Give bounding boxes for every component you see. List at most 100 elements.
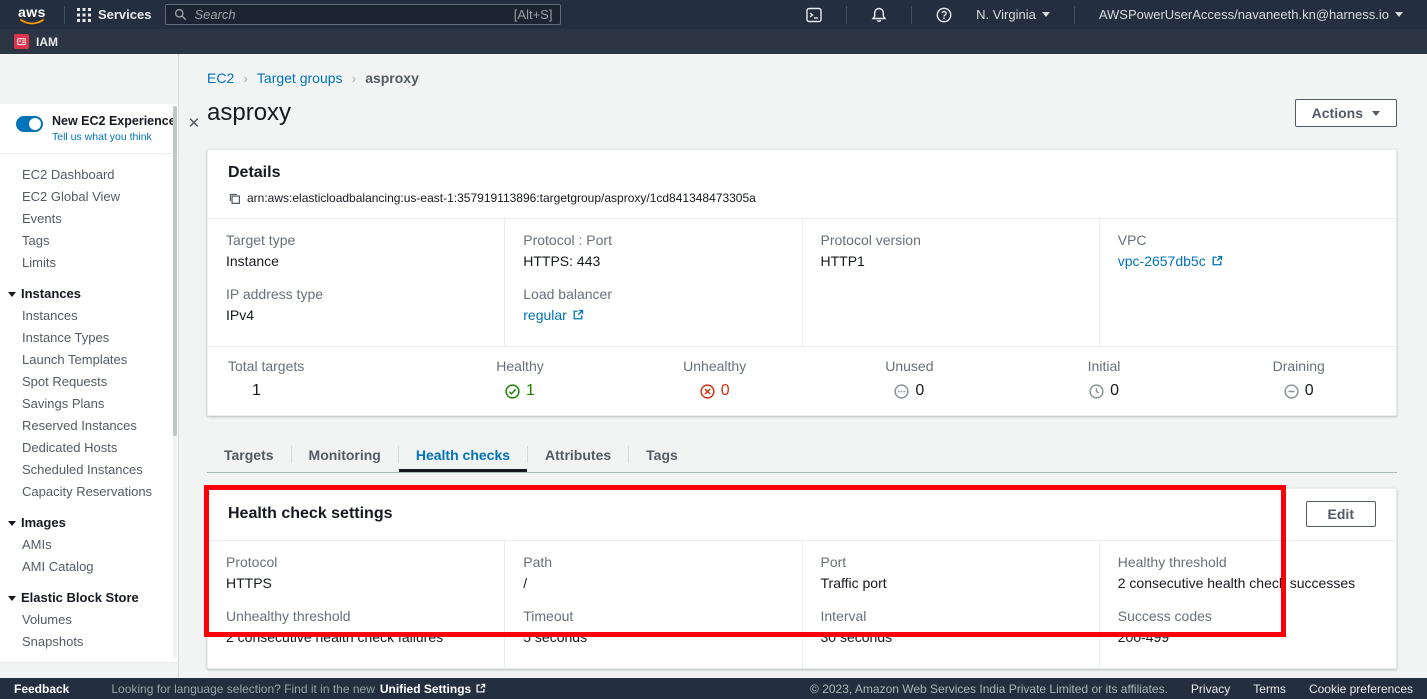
- tab-tags[interactable]: Tags: [629, 437, 695, 472]
- help-button[interactable]: [924, 7, 964, 23]
- services-menu-button[interactable]: Services: [77, 7, 152, 22]
- sidebar-item-tags[interactable]: Tags: [0, 230, 178, 252]
- health-check-grid: ProtocolHTTPS Unhealthy threshold2 conse…: [208, 540, 1396, 668]
- grid-icon: [77, 8, 91, 22]
- details-title: Details: [228, 164, 1376, 182]
- sidebar-item-savings-plans[interactable]: Savings Plans: [0, 393, 178, 415]
- breadcrumb: EC2 › Target groups › asproxy: [207, 70, 1397, 86]
- edit-button[interactable]: Edit: [1306, 501, 1376, 527]
- field-label: Port: [821, 554, 1081, 570]
- global-search[interactable]: [Alt+S]: [165, 4, 561, 25]
- breadcrumb-current: asproxy: [365, 70, 419, 86]
- field-value: 30 seconds: [821, 629, 1081, 645]
- feedback-link[interactable]: Tell us what you think: [52, 131, 176, 143]
- field-value: 200-499: [1118, 629, 1378, 645]
- divider: [911, 6, 912, 24]
- feedback-button[interactable]: Feedback: [14, 682, 69, 696]
- notifications-button[interactable]: [859, 7, 899, 23]
- targets-summary-row: Total targets 1 Healthy 1 Unhealthy 0: [208, 346, 1396, 415]
- health-check-settings-title: Health check settings: [228, 505, 393, 523]
- breadcrumb-target-groups[interactable]: Target groups: [257, 70, 343, 86]
- sidebar-item-scheduled-instances[interactable]: Scheduled Instances: [0, 459, 178, 481]
- aws-logo[interactable]: aws: [18, 5, 46, 25]
- sidebar-item-limits[interactable]: Limits: [0, 252, 178, 274]
- minus-circle-icon: [1284, 384, 1299, 399]
- terminal-icon: [806, 7, 822, 23]
- favorite-iam-link[interactable]: IAM: [36, 35, 58, 49]
- sidebar-section-images[interactable]: Images: [0, 512, 178, 534]
- tab-attributes[interactable]: Attributes: [528, 437, 628, 472]
- sidebar-section-instances[interactable]: Instances: [0, 283, 178, 305]
- question-icon: [936, 7, 952, 23]
- scrollbar-thumb[interactable]: [173, 106, 177, 436]
- sidebar-item-reserved-instances[interactable]: Reserved Instances: [0, 415, 178, 437]
- new-experience-toggle[interactable]: [16, 116, 43, 132]
- field-label: Healthy threshold: [1118, 554, 1378, 570]
- unified-settings-link[interactable]: Unified Settings: [380, 682, 486, 696]
- sidebar-item-spot-requests[interactable]: Spot Requests: [0, 371, 178, 393]
- sidebar-item-volumes[interactable]: Volumes: [0, 609, 178, 631]
- clock-icon: [1089, 384, 1104, 399]
- sidebar-section-elastic-block-store[interactable]: Elastic Block Store: [0, 587, 178, 609]
- field-value: Traffic port: [821, 575, 1081, 591]
- sidebar-item-ec2-dashboard[interactable]: EC2 Dashboard: [0, 164, 178, 186]
- account-label: AWSPowerUserAccess/navaneeth.kn@harness.…: [1099, 7, 1389, 22]
- field-label: Timeout: [523, 608, 783, 624]
- field-label: Success codes: [1118, 608, 1378, 624]
- chevron-down-icon: [8, 521, 16, 526]
- x-circle-icon: [700, 384, 715, 399]
- tab-targets[interactable]: Targets: [207, 437, 291, 472]
- field-label: VPC: [1118, 232, 1378, 248]
- breadcrumb-ec2[interactable]: EC2: [207, 70, 234, 86]
- sidebar-bottom-spacer: [0, 662, 178, 678]
- tab-health-checks[interactable]: Health checks: [399, 437, 527, 472]
- sidebar-item-amis[interactable]: AMIs: [0, 534, 178, 556]
- detail-tabs: Targets Monitoring Health checks Attribu…: [207, 437, 1397, 473]
- sidebar-top-spacer: [0, 54, 178, 104]
- account-menu[interactable]: AWSPowerUserAccess/navaneeth.kn@harness.…: [1087, 7, 1415, 22]
- sidebar-scrollbar[interactable]: [173, 106, 177, 658]
- tab-monitoring[interactable]: Monitoring: [292, 437, 398, 472]
- target-group-arn: arn:aws:elasticloadbalancing:us-east-1:3…: [247, 191, 756, 205]
- chevron-down-icon: [8, 596, 16, 601]
- terms-link[interactable]: Terms: [1253, 682, 1286, 696]
- health-check-settings-card: Health check settings Edit ProtocolHTTPS…: [207, 488, 1397, 669]
- cookie-preferences-link[interactable]: Cookie preferences: [1309, 682, 1413, 696]
- region-selector[interactable]: N. Virginia: [964, 7, 1062, 22]
- search-input[interactable]: [194, 7, 506, 22]
- page-title: asproxy: [207, 99, 291, 127]
- field-value: Instance: [226, 253, 486, 269]
- copy-icon[interactable]: [228, 192, 241, 205]
- vpc-link[interactable]: vpc-2657db5c: [1118, 253, 1223, 269]
- chevron-down-icon: [1042, 12, 1050, 17]
- field-value: HTTPS: 443: [523, 253, 783, 269]
- sidebar-item-ami-catalog[interactable]: AMI Catalog: [0, 556, 178, 578]
- counter-total-targets: Total targets 1: [208, 358, 423, 400]
- counter-unhealthy: Unhealthy 0: [617, 358, 812, 400]
- search-shortcut-hint: [Alt+S]: [514, 7, 553, 22]
- sidebar-item-instances[interactable]: Instances: [0, 305, 178, 327]
- sidebar-item-events[interactable]: Events: [0, 208, 178, 230]
- divider: [64, 6, 65, 24]
- cloudshell-button[interactable]: [794, 7, 834, 23]
- sidebar-item-dedicated-hosts[interactable]: Dedicated Hosts: [0, 437, 178, 459]
- divider: [846, 6, 847, 24]
- breadcrumb-separator: ›: [352, 70, 357, 86]
- footer-bar: Feedback Looking for language selection?…: [0, 678, 1427, 699]
- footer-links: © 2023, Amazon Web Services India Privat…: [810, 682, 1413, 696]
- field-label: Protocol: [226, 554, 486, 570]
- sidebar-item-capacity-reservations[interactable]: Capacity Reservations: [0, 481, 178, 503]
- field-value: IPv4: [226, 307, 486, 323]
- privacy-link[interactable]: Privacy: [1191, 682, 1230, 696]
- chevron-down-icon: [1372, 111, 1380, 116]
- actions-button[interactable]: Actions: [1295, 99, 1397, 127]
- dots-circle-icon: [894, 384, 909, 399]
- sidebar-item-snapshots[interactable]: Snapshots: [0, 631, 178, 653]
- sidebar-item-launch-templates[interactable]: Launch Templates: [0, 349, 178, 371]
- sidebar-item-ec2-global-view[interactable]: EC2 Global View: [0, 186, 178, 208]
- load-balancer-link[interactable]: regular: [523, 307, 584, 323]
- sidebar-item-instance-types[interactable]: Instance Types: [0, 327, 178, 349]
- check-circle-icon: [505, 384, 520, 399]
- field-label: Target type: [226, 232, 486, 248]
- field-label: Interval: [821, 608, 1081, 624]
